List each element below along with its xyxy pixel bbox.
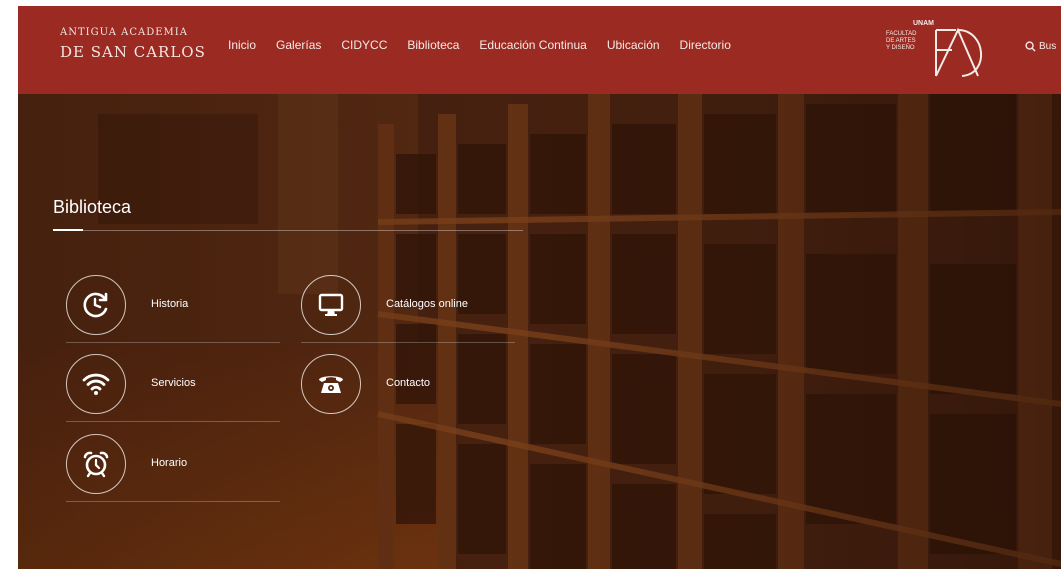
title-divider-accent: [53, 229, 83, 231]
site-header: ANTIGUA ACADEMIA DE SAN CARLOS Inicio Ga…: [18, 6, 1061, 94]
unam-sub-1: FACULTAD: [886, 31, 917, 38]
search-icon: [1025, 41, 1036, 52]
unam-sub-3: Y DISEÑO: [886, 44, 915, 51]
unam-sub-2: DE ARTES: [886, 37, 916, 44]
monitor-icon: [301, 275, 361, 335]
history-clock-icon: [66, 275, 126, 335]
menu-item-contacto[interactable]: Contacto: [301, 350, 515, 426]
menu-divider: [66, 421, 280, 422]
menu-item-servicios[interactable]: Servicios: [66, 350, 280, 426]
main-nav: Inicio Galerías CIDYCC Biblioteca Educac…: [228, 38, 751, 52]
search-box[interactable]: Bus: [1025, 41, 1056, 52]
wifi-icon: [66, 354, 126, 414]
site-logo[interactable]: ANTIGUA ACADEMIA DE SAN CARLOS: [60, 28, 206, 60]
telephone-icon: [301, 354, 361, 414]
nav-item-biblioteca[interactable]: Biblioteca: [407, 38, 459, 52]
menu-label-contacto: Contacto: [386, 377, 431, 389]
menu-item-catalogos-online[interactable]: Catálogos online: [301, 271, 515, 347]
nav-item-directorio[interactable]: Directorio: [680, 38, 731, 52]
nav-item-educacion-continua[interactable]: Educación Continua: [479, 38, 586, 52]
menu-label-catalogos-online: Catálogos online: [386, 298, 468, 310]
unam-title: UNAM: [913, 20, 934, 27]
menu-divider: [301, 342, 515, 343]
nav-item-inicio[interactable]: Inicio: [228, 38, 256, 52]
unam-fad-logo[interactable]: UNAM FACULTAD DE ARTES Y DISEÑO: [886, 20, 996, 80]
menu-item-horario[interactable]: Horario: [66, 430, 280, 506]
menu-divider: [66, 342, 280, 343]
menu-label-historia: Historia: [151, 298, 189, 310]
menu-divider: [66, 501, 280, 502]
search-label: Bus: [1039, 41, 1057, 52]
fad-logo-icon: [935, 27, 983, 77]
title-divider: [53, 229, 523, 231]
brand-line-2: DE SAN CARLOS: [60, 43, 206, 61]
unam-text: UNAM FACULTAD DE ARTES Y DISEÑO: [886, 20, 934, 52]
section-title: Biblioteca: [53, 197, 132, 217]
nav-item-ubicacion[interactable]: Ubicación: [607, 38, 660, 52]
nav-item-cidycc[interactable]: CIDYCC: [341, 38, 387, 52]
menu-label-servicios: Servicios: [151, 377, 196, 389]
nav-item-galerias[interactable]: Galerías: [276, 38, 321, 52]
menu-label-horario: Horario: [151, 457, 188, 469]
hero-section: Biblioteca Historia Catálogos online Ser…: [18, 94, 1061, 569]
menu-item-historia[interactable]: Historia: [66, 271, 280, 347]
page-frame: ANTIGUA ACADEMIA DE SAN CARLOS Inicio Ga…: [18, 6, 1061, 569]
brand-line-1: ANTIGUA ACADEMIA: [60, 27, 188, 38]
alarm-clock-icon: [66, 434, 126, 494]
